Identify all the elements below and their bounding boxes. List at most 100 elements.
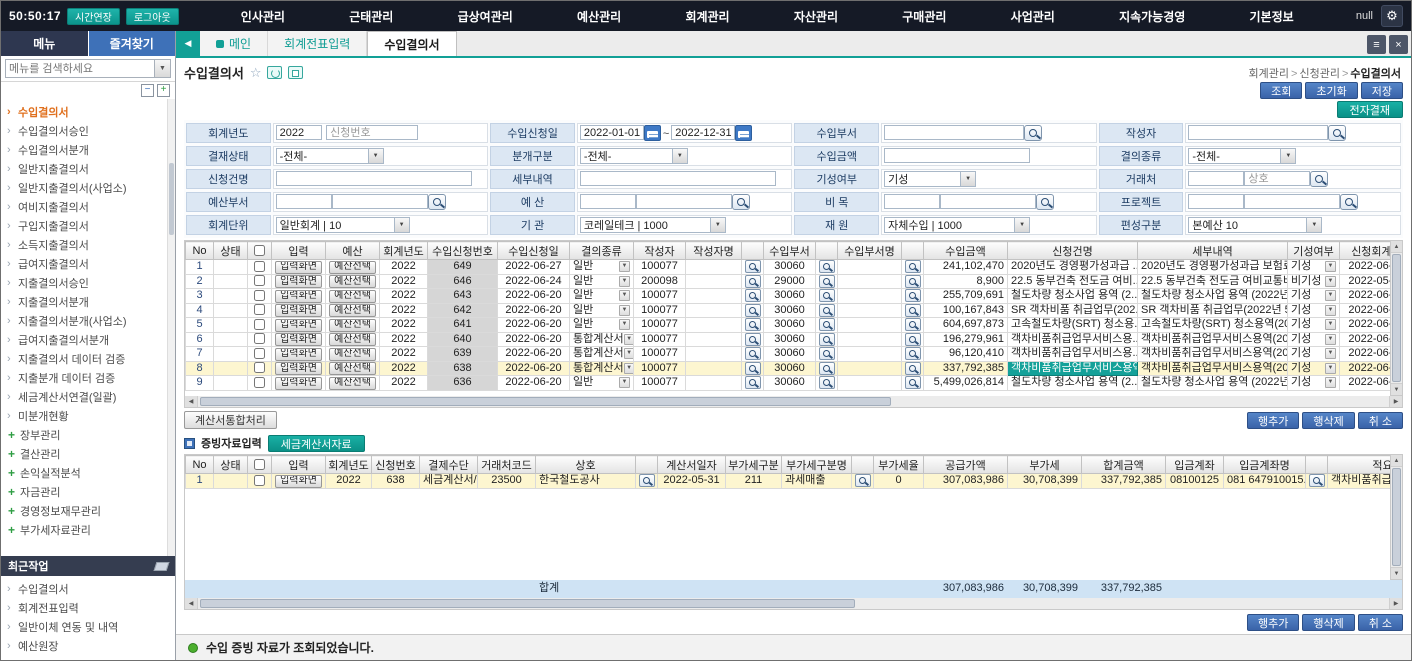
budget-select-button[interactable]: 예산선택: [329, 261, 376, 274]
column-header[interactable]: [742, 242, 764, 260]
journal-type-select[interactable]: -전체-▼: [580, 148, 688, 164]
cancel-button[interactable]: 취 소: [1358, 412, 1403, 429]
column-header[interactable]: 회계년도: [326, 456, 372, 474]
fixed-select[interactable]: 기성▼: [1291, 260, 1336, 273]
gnb-menu-item[interactable]: 기본정보: [1250, 8, 1294, 25]
tab-close-button[interactable]: ×: [1389, 35, 1408, 54]
scrollbar-thumb[interactable]: [1392, 254, 1401, 382]
refresh-icon[interactable]: [267, 66, 282, 79]
budget-dept-code-input[interactable]: [276, 194, 332, 209]
fixed-select[interactable]: 기성▼: [1291, 318, 1336, 331]
income-dept-input[interactable]: [884, 125, 1024, 140]
fund-select[interactable]: 자체수입 | 1000▼: [884, 217, 1030, 233]
search-icon[interactable]: [905, 376, 921, 389]
sidebar-item[interactable]: ›미분개현황: [7, 406, 165, 425]
vertical-scrollbar[interactable]: ▲ ▼: [1391, 240, 1403, 396]
search-icon[interactable]: [745, 333, 761, 346]
column-header[interactable]: 수입신청번호: [428, 242, 498, 260]
table-row[interactable]: 9입력화면예산선택20226362022-06-20일반▼10007730060…: [186, 376, 1392, 391]
row-checkbox[interactable]: [254, 304, 265, 315]
search-icon[interactable]: [819, 376, 835, 389]
column-header[interactable]: 계산서일자: [658, 456, 726, 474]
search-icon[interactable]: [819, 304, 835, 317]
column-header[interactable]: No: [186, 456, 214, 474]
scroll-right-icon[interactable]: ▶: [1389, 396, 1402, 407]
sidebar-item[interactable]: ›지출결의서 데이터 검증: [7, 349, 165, 368]
sidebar-item[interactable]: ›소득지출결의서: [7, 235, 165, 254]
search-icon[interactable]: [732, 194, 750, 210]
column-header[interactable]: 신청건명: [1008, 242, 1138, 260]
column-header[interactable]: 작성자명: [686, 242, 742, 260]
column-header[interactable]: 거래처코드: [478, 456, 536, 474]
sidebar-item[interactable]: ›급여지출결의서: [7, 254, 165, 273]
search-icon[interactable]: [905, 260, 921, 273]
gnb-menu-item[interactable]: 급상여관리: [458, 8, 513, 25]
column-header[interactable]: [816, 242, 838, 260]
column-header[interactable]: 입금계좌: [1166, 456, 1224, 474]
column-header[interactable]: 수입신청일: [498, 242, 570, 260]
sidebar-item[interactable]: ›지출분개 데이터 검증: [7, 368, 165, 387]
column-header[interactable]: 수입금액: [924, 242, 1008, 260]
menu-search-combobox[interactable]: ▼: [5, 59, 171, 78]
sidebar-item[interactable]: ›지출결의서승인: [7, 273, 165, 292]
search-icon[interactable]: [639, 474, 655, 487]
sidebar-tab-menu[interactable]: 메뉴: [1, 31, 88, 56]
completion-select[interactable]: 기성▼: [884, 171, 976, 187]
scroll-right-icon[interactable]: ▶: [1389, 598, 1402, 609]
fixed-select[interactable]: 기성▼: [1291, 347, 1336, 360]
fixed-select[interactable]: 기성▼: [1291, 333, 1336, 346]
recent-item[interactable]: ›예산원장: [7, 636, 175, 655]
sidebar-group[interactable]: +경영정보재무관리: [7, 501, 165, 520]
sidebar-group[interactable]: +장부관리: [7, 425, 165, 444]
column-header[interactable]: 예산: [326, 242, 380, 260]
kind-select[interactable]: 일반▼: [573, 304, 630, 317]
search-icon[interactable]: [819, 260, 835, 273]
item-name-input[interactable]: [940, 194, 1036, 209]
income-date-to-input[interactable]: [671, 125, 735, 140]
search-icon[interactable]: [819, 347, 835, 360]
gnb-menu-item[interactable]: 예산관리: [577, 8, 621, 25]
budget-code-input[interactable]: [580, 194, 636, 209]
scroll-up-icon[interactable]: ▲: [1391, 455, 1402, 467]
input-screen-button[interactable]: 입력화면: [275, 362, 322, 375]
search-button[interactable]: 조회: [1260, 82, 1302, 99]
fixed-select[interactable]: 비기성▼: [1291, 275, 1336, 288]
sidebar-item[interactable]: ›지출결의서분개: [7, 292, 165, 311]
column-header[interactable]: 신청회계일: [1340, 242, 1392, 260]
input-screen-button[interactable]: 입력화면: [275, 275, 322, 288]
acct-unit-select[interactable]: 일반회계 | 10▼: [276, 217, 410, 233]
search-icon[interactable]: [1310, 171, 1328, 187]
scroll-down-icon[interactable]: ▼: [1391, 567, 1402, 579]
tab-list-button[interactable]: ≡: [1367, 35, 1386, 54]
kind-select[interactable]: 일반▼: [573, 289, 630, 302]
input-screen-button[interactable]: 입력화면: [275, 319, 322, 332]
column-header[interactable]: 결의종류: [570, 242, 634, 260]
sidebar-item[interactable]: ›여비지출결의서: [7, 197, 165, 216]
column-header[interactable]: 부가세: [1008, 456, 1082, 474]
column-header[interactable]: 결제수단: [420, 456, 478, 474]
search-icon[interactable]: [428, 194, 446, 210]
search-icon[interactable]: [1309, 474, 1325, 487]
kind-select[interactable]: 일반▼: [573, 275, 630, 288]
search-icon[interactable]: [745, 318, 761, 331]
column-header[interactable]: [852, 456, 874, 474]
input-screen-button[interactable]: 입력화면: [275, 475, 322, 488]
calendar-icon[interactable]: [735, 125, 752, 141]
scrollbar-thumb[interactable]: [169, 163, 174, 235]
input-screen-button[interactable]: 입력화면: [275, 333, 322, 346]
save-button[interactable]: 저장: [1361, 82, 1403, 99]
tax-invoice-button[interactable]: 세금계산서자료: [268, 435, 365, 452]
sidebar-item[interactable]: ›수입결의서: [7, 102, 165, 121]
search-icon[interactable]: [855, 474, 871, 487]
row-checkbox[interactable]: [254, 348, 265, 359]
budget-select-button[interactable]: 예산선택: [329, 362, 376, 375]
column-header[interactable]: 부가세구분명: [782, 456, 852, 474]
input-screen-button[interactable]: 입력화면: [275, 261, 322, 274]
row-checkbox[interactable]: [254, 362, 265, 373]
vertical-scrollbar[interactable]: ▲ ▼: [1391, 454, 1403, 580]
item-code-input[interactable]: [884, 194, 940, 209]
horizontal-scrollbar[interactable]: ◀ ▶: [184, 598, 1403, 610]
table-row[interactable]: 3입력화면예산선택20226432022-06-20일반▼10007730060…: [186, 289, 1392, 304]
fixed-select[interactable]: 기성▼: [1291, 304, 1336, 317]
column-header[interactable]: 상호: [536, 456, 636, 474]
